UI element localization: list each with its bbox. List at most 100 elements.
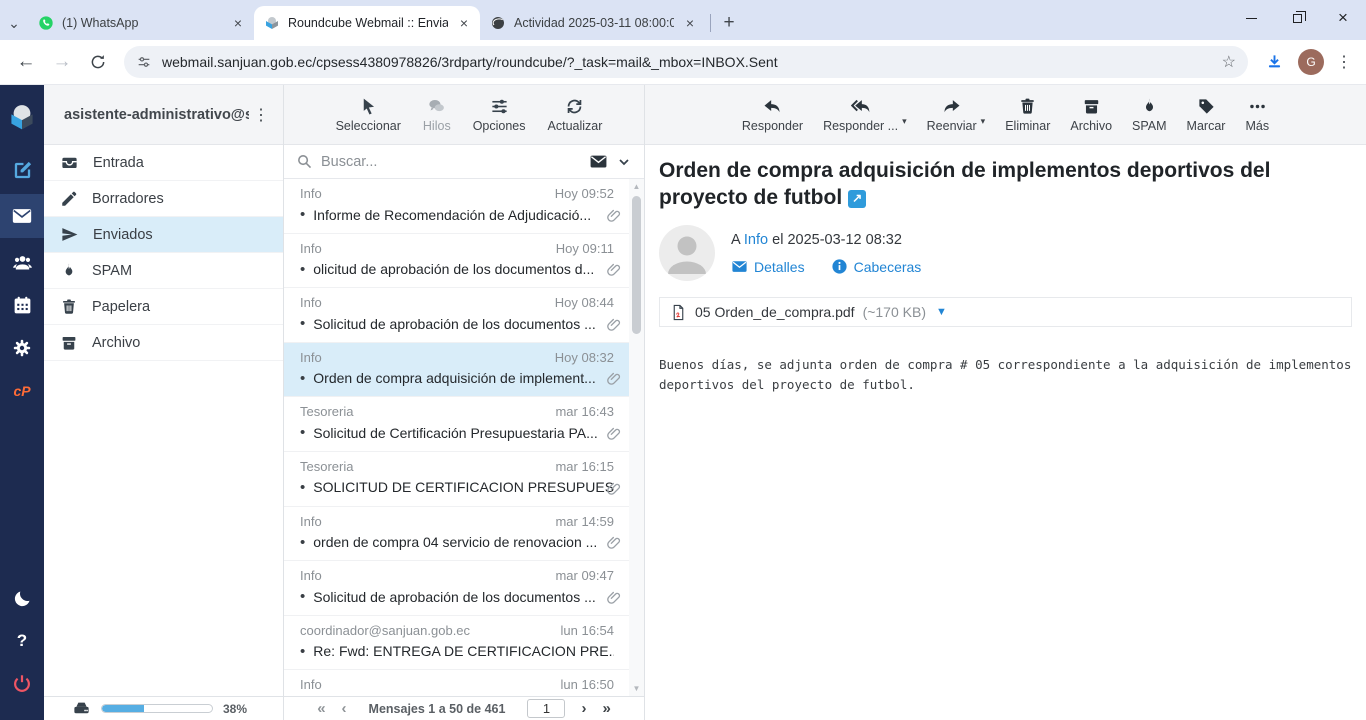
threads-button[interactable]: Hilos	[423, 97, 451, 133]
search-scope-mail-icon[interactable]	[589, 152, 608, 171]
select-button[interactable]: Seleccionar	[336, 97, 401, 133]
message-row[interactable]: InfoHoy 08:44 •Solicitud de aprobación d…	[284, 288, 644, 343]
rail-calendar-button[interactable]	[0, 286, 44, 324]
folder-spam[interactable]: SPAM	[44, 253, 283, 289]
archive-icon	[60, 334, 78, 352]
pdf-file-icon	[670, 304, 687, 321]
reply-all-caret-icon[interactable]: ▾	[902, 116, 907, 127]
message-row[interactable]: InfoHoy 09:52 •Informe de Recomendación …	[284, 179, 644, 234]
message-sender: Tesoreria	[300, 459, 353, 474]
details-toggle[interactable]: Detalles	[731, 258, 805, 275]
tab-close-icon[interactable]: ×	[682, 15, 698, 31]
rail-mail-button[interactable]	[0, 194, 44, 238]
back-button[interactable]: ←	[10, 46, 42, 78]
new-tab-button[interactable]: +	[715, 9, 743, 37]
restore-button[interactable]	[1274, 0, 1320, 36]
folder-entrada[interactable]: Entrada	[44, 145, 283, 181]
mark-button[interactable]: Marcar	[1187, 97, 1226, 133]
rail-settings-button[interactable]	[0, 329, 44, 367]
message-subject: Re: Fwd: ENTREGA DE CERTIFICACION PRE...	[313, 643, 614, 659]
tab-roundcube[interactable]: Roundcube Webmail :: Enviados ×	[254, 6, 480, 40]
logout-button[interactable]	[0, 665, 44, 703]
reload-button[interactable]	[82, 46, 114, 78]
first-page-button[interactable]: «	[317, 700, 325, 717]
search-input[interactable]	[321, 154, 581, 170]
minimize-button[interactable]	[1228, 0, 1274, 36]
downloads-button[interactable]	[1258, 46, 1290, 78]
options-button[interactable]: Opciones	[473, 97, 526, 133]
cpanel-logo: cP	[13, 383, 30, 399]
tag-icon	[1197, 97, 1216, 116]
reply-button[interactable]: Responder	[742, 96, 803, 133]
unread-dot: •	[300, 479, 305, 496]
next-page-button[interactable]: ›	[581, 700, 586, 717]
help-button[interactable]: ?	[0, 622, 44, 660]
message-sender: Tesoreria	[300, 404, 353, 419]
scroll-down-icon[interactable]: ▼	[633, 681, 641, 696]
tab-search-button[interactable]: ⌄	[0, 6, 28, 40]
reply-all-button[interactable]: Responder ...	[823, 96, 898, 133]
tab-close-icon[interactable]: ×	[456, 15, 472, 31]
message-row[interactable]: InfoHoy 09:11 •olicitud de aprobación de…	[284, 234, 644, 289]
attachment-row[interactable]: 05 Orden_de_compra.pdf (~170 KB) ▼	[659, 297, 1352, 327]
spam-button[interactable]: SPAM	[1132, 97, 1167, 133]
open-in-new-window-icon[interactable]: ↗	[848, 190, 866, 208]
rail-cpanel-button[interactable]: cP	[0, 372, 44, 410]
refresh-button[interactable]: Actualizar	[548, 97, 603, 133]
compose-button[interactable]	[0, 151, 44, 189]
forward-label: Reenviar	[927, 119, 977, 133]
recipient-link[interactable]: Info	[744, 232, 768, 248]
message-row[interactable]: Tesoreriamar 16:43 •Solicitud de Certifi…	[284, 397, 644, 452]
list-scrollbar[interactable]: ▲ ▼	[629, 179, 644, 696]
message-list: InfoHoy 09:52 •Informe de Recomendación …	[284, 179, 644, 696]
rail-contacts-button[interactable]	[0, 243, 44, 281]
last-page-button[interactable]: »	[602, 700, 610, 717]
tab-close-icon[interactable]: ×	[230, 15, 246, 31]
page-number-input[interactable]	[527, 699, 565, 718]
tab-actividad[interactable]: Actividad 2025-03-11 08:00:00 ×	[480, 6, 706, 40]
forward-button[interactable]: →	[46, 46, 78, 78]
headers-label: Cabeceras	[854, 259, 922, 275]
forward-caret-icon[interactable]: ▾	[981, 116, 986, 127]
message-row[interactable]: coordinador@sanjuan.gob.eclun 16:54 •Re:…	[284, 616, 644, 671]
attachment-name[interactable]: 05 Orden_de_compra.pdf	[695, 304, 855, 320]
profile-avatar[interactable]: G	[1298, 49, 1324, 75]
folder-label: Archivo	[92, 335, 140, 351]
attachment-menu-icon[interactable]: ▼	[936, 306, 947, 318]
folder-borradores[interactable]: Borradores	[44, 181, 283, 217]
more-button[interactable]: Más	[1245, 97, 1269, 133]
fire-icon	[1140, 97, 1159, 116]
account-menu-button[interactable]: ⋮	[249, 105, 273, 125]
message-row-selected[interactable]: InfoHoy 08:32 •Orden de compra adquisici…	[284, 343, 644, 398]
message-row[interactable]: Tesoreriamar 16:15 •SOLICITUD DE CERTIFI…	[284, 452, 644, 507]
message-row[interactable]: Infolun 16:50	[284, 670, 644, 696]
message-body: Buenos días, se adjunta orden de compra …	[659, 355, 1352, 395]
message-row[interactable]: Infomar 14:59 •orden de compra 04 servic…	[284, 507, 644, 562]
headers-toggle[interactable]: Cabeceras	[831, 258, 922, 275]
paperclip-icon	[606, 262, 622, 278]
options-icon	[490, 97, 509, 116]
forward-button[interactable]: Reenviar	[927, 96, 977, 133]
scroll-up-icon[interactable]: ▲	[633, 179, 641, 194]
address-bar[interactable]: webmail.sanjuan.gob.ec/cpsess4380978826/…	[124, 46, 1248, 78]
pencil-icon	[60, 190, 78, 208]
paperclip-icon	[606, 590, 622, 606]
folder-enviados[interactable]: Enviados	[44, 217, 283, 253]
dark-mode-toggle[interactable]	[0, 579, 44, 617]
close-button[interactable]: ×	[1320, 0, 1366, 36]
tab-whatsapp[interactable]: (1) WhatsApp ×	[28, 6, 254, 40]
message-subject: olicitud de aprobación de los documentos…	[313, 261, 594, 277]
archive-button[interactable]: Archivo	[1070, 97, 1112, 133]
scrollbar-thumb[interactable]	[632, 196, 641, 334]
browser-menu-button[interactable]: ⋮	[1332, 52, 1356, 72]
folder-papelera[interactable]: Papelera	[44, 289, 283, 325]
prev-page-button[interactable]: ‹	[342, 700, 347, 717]
archive-icon	[1082, 97, 1101, 116]
folder-archivo[interactable]: Archivo	[44, 325, 283, 361]
search-options-chevron-icon[interactable]	[616, 154, 632, 170]
delete-button[interactable]: Eliminar	[1005, 97, 1050, 133]
message-subject-title: Orden de compra adquisición de implement…	[659, 157, 1352, 211]
cursor-icon	[359, 97, 378, 116]
message-row[interactable]: Infomar 09:47 •Solicitud de aprobación d…	[284, 561, 644, 616]
bookmark-star-icon[interactable]: ☆	[1222, 52, 1236, 72]
